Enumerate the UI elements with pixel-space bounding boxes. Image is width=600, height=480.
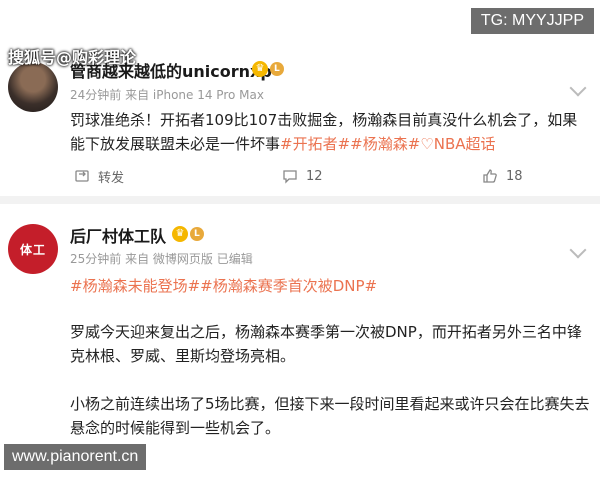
- super-topic-icon: ♡: [420, 135, 434, 153]
- watermark-tg: TG: MYYJJPP: [470, 8, 594, 34]
- hashtag-link[interactable]: #杨瀚森未能登场#: [70, 277, 200, 295]
- repost-icon: [75, 170, 89, 182]
- post-meta: 24分钟前 来自 iPhone 14 Pro Max: [70, 88, 264, 102]
- vip-badge-icon: ♛: [252, 61, 268, 77]
- post-actions: 转发 12 18: [0, 164, 600, 188]
- like-count: 18: [506, 168, 523, 184]
- hashtag-link[interactable]: #开拓者#: [280, 135, 350, 153]
- super-topic-link[interactable]: NBA超话: [434, 135, 496, 153]
- level-badge: L: [270, 62, 284, 76]
- vip-badge-icon: ♛: [172, 226, 188, 242]
- comment-icon: [283, 170, 297, 184]
- like-icon: [483, 169, 497, 183]
- avatar[interactable]: 体工: [8, 224, 58, 274]
- post-meta: 25分钟前 来自 微博网页版 已编辑: [70, 252, 253, 266]
- post-paragraph: 小杨之前连续出场了5场比赛，但接下来一段时间里看起来或许只会在比赛失去悬念的时候…: [70, 395, 590, 437]
- chevron-down-icon[interactable]: [569, 79, 587, 97]
- comment-button[interactable]: 12: [282, 164, 323, 188]
- hashtag-line: #杨瀚森未能登场##杨瀚森赛季首次被DNP#: [70, 274, 590, 298]
- level-badge: L: [190, 227, 204, 241]
- post-separator: [0, 196, 600, 204]
- repost-button[interactable]: 转发: [74, 164, 124, 188]
- chevron-down-icon[interactable]: [569, 241, 587, 259]
- comment-count: 12: [306, 168, 323, 184]
- hashtag-link[interactable]: #杨瀚森#: [350, 135, 420, 153]
- repost-label: 转发: [98, 170, 125, 186]
- avatar[interactable]: [8, 62, 58, 112]
- like-button[interactable]: 18: [482, 164, 523, 188]
- post-username[interactable]: 后厂村体工队: [70, 223, 166, 247]
- watermark-site: www.pianorent.cn: [4, 444, 147, 470]
- post-paragraph: 罗威今天迎来复出之后，杨瀚森本赛季第一次被DNP，而开拓者另外三名中锋克林根、罗…: [70, 323, 582, 365]
- hashtag-link[interactable]: #杨瀚森赛季首次被DNP#: [200, 277, 377, 295]
- post-body: 罚球准绝杀！开拓者109比107击败掘金，杨瀚森目前真没什么机会了，如果能下放发…: [70, 108, 590, 156]
- watermark-sohu: 搜狐号@购彩理论: [8, 48, 137, 67]
- avatar-text: 体工: [19, 242, 46, 257]
